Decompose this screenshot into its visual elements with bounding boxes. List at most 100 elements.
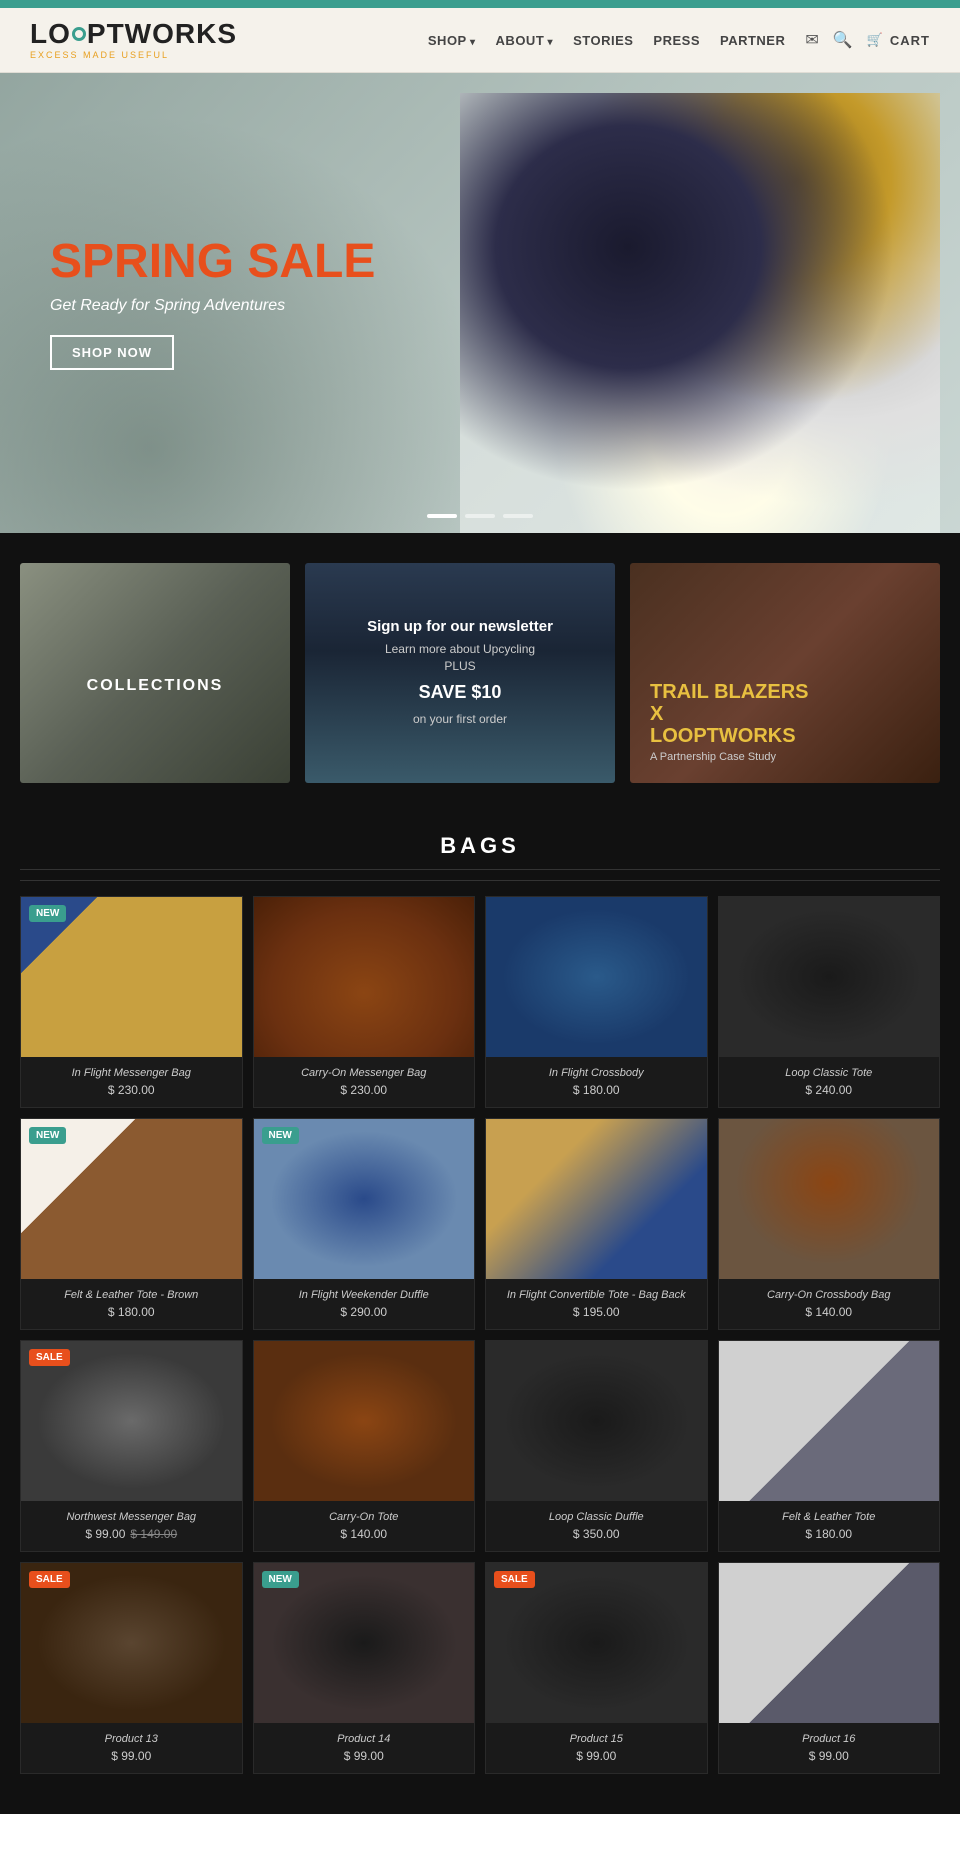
product-price-container: $ 99.00 xyxy=(31,1749,232,1763)
product-price-container: $ 350.00 xyxy=(496,1527,697,1541)
product-price-container: $ 99.00 xyxy=(729,1749,930,1763)
collections-label: COLLECTIONS xyxy=(87,677,224,695)
nav-stories[interactable]: STORIES xyxy=(573,33,633,48)
bags-section: BAGS NEW In Flight Messenger Bag $ 230.0… xyxy=(0,813,960,1814)
product-card[interactable]: Product 16 $ 99.00 xyxy=(718,1562,941,1774)
product-price-container: $ 140.00 xyxy=(264,1527,465,1541)
product-card[interactable]: Loop Classic Tote $ 240.00 xyxy=(718,896,941,1108)
product-price-container: $ 240.00 xyxy=(729,1083,930,1097)
product-image xyxy=(719,1119,940,1279)
logo[interactable]: LOPTWORKS EXCESS MADE USEFUL xyxy=(30,20,237,60)
product-name: Product 13 xyxy=(31,1733,232,1745)
product-price: $ 240.00 xyxy=(805,1083,852,1097)
panel-collections[interactable]: COLLECTIONS xyxy=(20,563,290,783)
product-card[interactable]: Felt & Leather Tote $ 180.00 xyxy=(718,1340,941,1552)
nav-partner[interactable]: PARTNER xyxy=(720,33,785,48)
product-card[interactable]: NEW In Flight Messenger Bag $ 230.00 xyxy=(20,896,243,1108)
product-info: Felt & Leather Tote $ 180.00 xyxy=(719,1501,940,1551)
product-name: Carry-On Crossbody Bag xyxy=(729,1289,930,1301)
search-icon[interactable]: 🔍 xyxy=(833,30,853,50)
logo-text: LOPTWORKS xyxy=(30,20,237,48)
product-card[interactable]: SALE Product 13 $ 99.00 xyxy=(20,1562,243,1774)
product-price: $ 230.00 xyxy=(340,1083,387,1097)
product-card[interactable]: SALE Northwest Messenger Bag $ 99.00$ 14… xyxy=(20,1340,243,1552)
product-image xyxy=(719,1341,940,1501)
product-info: Carry-On Tote $ 140.00 xyxy=(254,1501,475,1551)
bags-section-title: BAGS xyxy=(20,833,940,881)
product-price-container: $ 140.00 xyxy=(729,1305,930,1319)
product-name: Product 16 xyxy=(729,1733,930,1745)
user-icon[interactable]: ✉ xyxy=(805,30,818,50)
main-nav: SHOP ABOUT STORIES PRESS PARTNER ✉ 🔍 🛒 C… xyxy=(428,30,930,50)
product-price-container: $ 99.00 xyxy=(496,1749,697,1763)
product-name: Product 14 xyxy=(264,1733,465,1745)
hero-dot-1[interactable] xyxy=(427,514,457,518)
panel-newsletter[interactable]: Sign up for our newsletter Learn more ab… xyxy=(305,563,615,783)
product-badge: NEW xyxy=(262,1571,299,1588)
product-image xyxy=(254,897,475,1057)
product-name: Felt & Leather Tote - Brown xyxy=(31,1289,232,1301)
promo-panels: COLLECTIONS Sign up for our newsletter L… xyxy=(0,533,960,813)
product-card[interactable]: SALE Product 15 $ 99.00 xyxy=(485,1562,708,1774)
hero-title: SPRING SALE xyxy=(50,236,384,289)
product-info: Product 14 $ 99.00 xyxy=(254,1723,475,1773)
product-card[interactable]: In Flight Convertible Tote - Bag Back $ … xyxy=(485,1118,708,1330)
nav-about[interactable]: ABOUT xyxy=(496,33,554,48)
product-price: $ 99.00 xyxy=(85,1527,125,1541)
product-name: Carry-On Tote xyxy=(264,1511,465,1523)
product-image xyxy=(719,1563,940,1723)
product-card[interactable]: Carry-On Tote $ 140.00 xyxy=(253,1340,476,1552)
product-price: $ 350.00 xyxy=(573,1527,620,1541)
partner-title-line2: LOOPTWORKS xyxy=(650,725,796,747)
product-image xyxy=(254,1341,475,1501)
product-name: In Flight Messenger Bag xyxy=(31,1067,232,1079)
product-card[interactable]: NEW In Flight Weekender Duffle $ 290.00 xyxy=(253,1118,476,1330)
product-price: $ 140.00 xyxy=(340,1527,387,1541)
hero-content: SPRING SALE Get Ready for Spring Adventu… xyxy=(0,236,384,370)
panel-partner[interactable]: TRAIL BLAZERS X LOOPTWORKS A Partnership… xyxy=(630,563,940,783)
cart-button[interactable]: 🛒 CART xyxy=(867,32,930,48)
hero-product-mockup xyxy=(460,93,940,533)
product-info: Product 15 $ 99.00 xyxy=(486,1723,707,1773)
logo-tagline: EXCESS MADE USEFUL xyxy=(30,50,237,60)
product-price: $ 99.00 xyxy=(809,1749,849,1763)
cart-icon: 🛒 xyxy=(867,32,884,48)
product-info: Carry-On Crossbody Bag $ 140.00 xyxy=(719,1279,940,1329)
hero-dot-2[interactable] xyxy=(465,514,495,518)
product-price-container: $ 180.00 xyxy=(31,1305,232,1319)
product-card[interactable]: Carry-On Messenger Bag $ 230.00 xyxy=(253,896,476,1108)
hero-cta-button[interactable]: SHOP NOW xyxy=(50,335,174,370)
product-name: In Flight Weekender Duffle xyxy=(264,1289,465,1301)
nav-icons: ✉ 🔍 🛒 CART xyxy=(805,30,930,50)
product-card[interactable]: Carry-On Crossbody Bag $ 140.00 xyxy=(718,1118,941,1330)
product-image xyxy=(486,1341,707,1501)
product-info: In Flight Messenger Bag $ 230.00 xyxy=(21,1057,242,1107)
partner-title-line1: TRAIL BLAZERS xyxy=(650,681,809,703)
product-card[interactable]: NEW Felt & Leather Tote - Brown $ 180.00 xyxy=(20,1118,243,1330)
newsletter-plus: PLUS xyxy=(444,658,475,675)
product-price-container: $ 230.00 xyxy=(264,1083,465,1097)
product-info: Felt & Leather Tote - Brown $ 180.00 xyxy=(21,1279,242,1329)
product-price-container: $ 230.00 xyxy=(31,1083,232,1097)
product-price: $ 99.00 xyxy=(111,1749,151,1763)
partner-description: A Partnership Case Study xyxy=(650,751,776,763)
product-card[interactable]: Loop Classic Duffle $ 350.00 xyxy=(485,1340,708,1552)
product-card[interactable]: In Flight Crossbody $ 180.00 xyxy=(485,896,708,1108)
newsletter-heading: Sign up for our newsletter xyxy=(367,618,553,635)
product-price-container: $ 99.00$ 149.00 xyxy=(31,1527,232,1541)
product-badge: NEW xyxy=(29,1127,66,1144)
product-name: Loop Classic Tote xyxy=(729,1067,930,1079)
product-name: Product 15 xyxy=(496,1733,697,1745)
newsletter-line2: on your first order xyxy=(413,711,507,728)
product-price: $ 290.00 xyxy=(340,1305,387,1319)
product-badge: NEW xyxy=(29,905,66,922)
hero-dot-3[interactable] xyxy=(503,514,533,518)
cart-label: CART xyxy=(890,33,930,48)
product-info: Product 16 $ 99.00 xyxy=(719,1723,940,1773)
nav-press[interactable]: PRESS xyxy=(653,33,700,48)
product-price: $ 195.00 xyxy=(573,1305,620,1319)
product-info: Carry-On Messenger Bag $ 230.00 xyxy=(254,1057,475,1107)
product-info: Northwest Messenger Bag $ 99.00$ 149.00 xyxy=(21,1501,242,1551)
product-card[interactable]: NEW Product 14 $ 99.00 xyxy=(253,1562,476,1774)
nav-shop[interactable]: SHOP xyxy=(428,33,476,48)
